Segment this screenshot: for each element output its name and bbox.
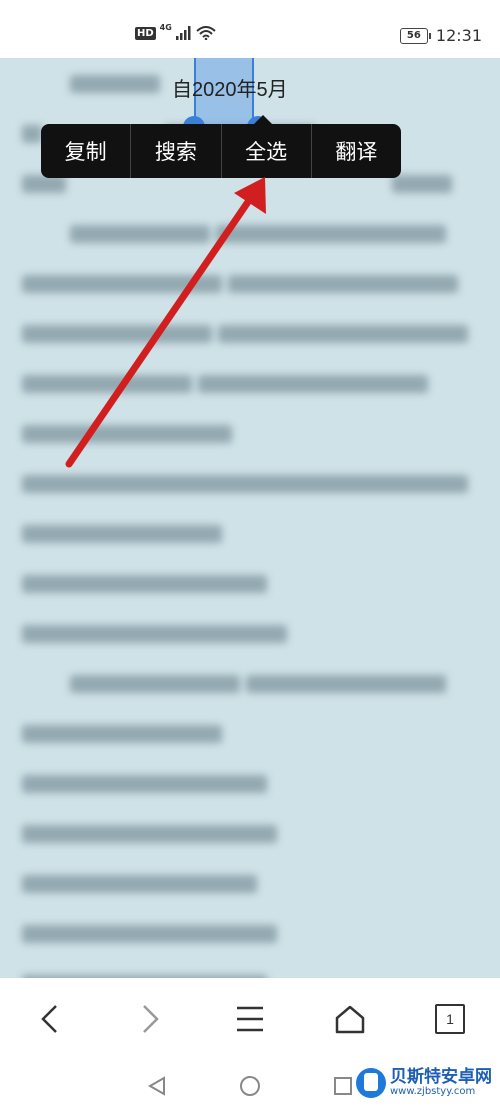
battery-icon: 56 (399, 27, 431, 44)
menu-icon (237, 1006, 263, 1032)
tabs-button[interactable]: 1 (420, 989, 480, 1049)
watermark-title: 贝斯特安卓网 (390, 1067, 492, 1087)
selected-text: 自2020年5月 (172, 79, 288, 101)
select-all-button[interactable]: 全选 (222, 124, 312, 178)
forward-icon (143, 1005, 159, 1033)
browser-toolbar: 1 (0, 978, 500, 1060)
back-button[interactable] (20, 989, 80, 1049)
nav-home-icon[interactable] (238, 1074, 262, 1098)
network-type: 4G (159, 23, 172, 32)
menu-button[interactable] (220, 989, 280, 1049)
home-icon (335, 1005, 365, 1034)
network-status: HD 4G (135, 23, 216, 40)
nav-recents-icon[interactable] (332, 1075, 354, 1097)
watermark-url: www.zjbstyy.com (390, 1086, 476, 1097)
forward-button[interactable] (120, 989, 180, 1049)
translate-button[interactable]: 翻译 (312, 124, 401, 178)
copy-button[interactable]: 复制 (41, 124, 132, 178)
home-button[interactable] (320, 989, 380, 1049)
status-bar: HD 4G 56 12:31 (0, 0, 500, 58)
watermark-logo-icon (356, 1068, 386, 1098)
article-content[interactable] (0, 58, 500, 978)
nav-back-icon[interactable] (146, 1075, 168, 1097)
text-context-menu: 复制 搜索 全选 翻译 (41, 115, 401, 178)
tabs-icon: 1 (435, 1004, 465, 1034)
search-button[interactable]: 搜索 (131, 124, 222, 178)
wifi-icon (196, 26, 216, 40)
status-right: 56 12:31 (399, 26, 482, 45)
signal-icon (175, 26, 191, 40)
clock: 12:31 (435, 26, 482, 45)
hd-badge: HD (135, 26, 156, 40)
back-icon (41, 1005, 57, 1033)
blurred-article-text (0, 58, 500, 978)
site-watermark: 贝斯特安卓网 www.zjbstyy.com (356, 1068, 492, 1098)
